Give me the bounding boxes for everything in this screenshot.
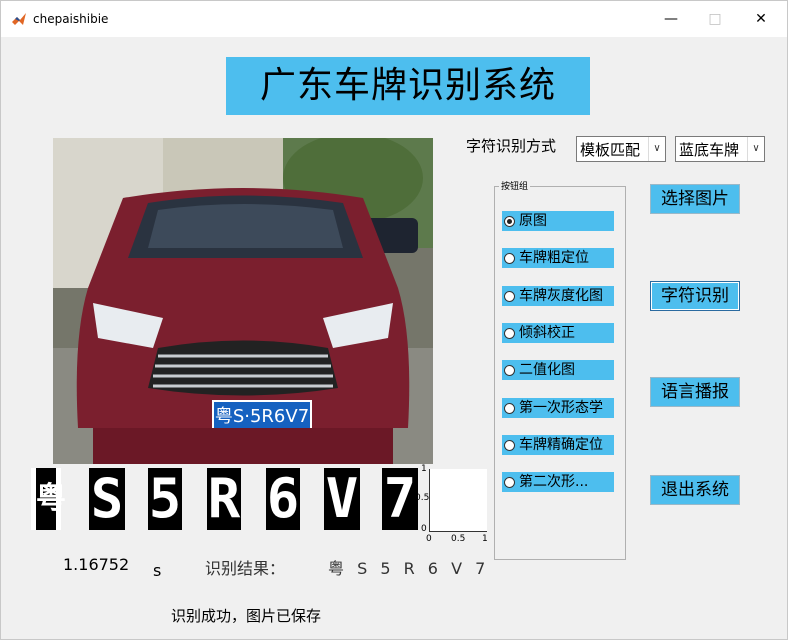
segmented-char-1: S: [89, 467, 125, 530]
radio-original[interactable]: 原图: [502, 211, 614, 231]
radio-unselected-icon: [504, 365, 515, 376]
radio-label: 原图: [519, 213, 547, 229]
minimize-icon[interactable]: —: [661, 9, 681, 29]
plate-type-value: 蓝底车牌: [679, 141, 740, 159]
radio-unselected-icon: [504, 253, 515, 264]
recognition-method-value: 模板匹配: [580, 141, 641, 159]
radio-coarse-location[interactable]: 车牌粗定位: [502, 248, 614, 268]
radio-unselected-icon: [504, 477, 515, 488]
x-tick-label: 0: [426, 534, 432, 544]
y-tick-label: 0: [421, 524, 427, 534]
radio-precise-location[interactable]: 车牌精确定位: [502, 435, 614, 455]
result-value: 粤 S 5 R 6 V 7: [328, 559, 490, 578]
segmented-char-6: 7: [382, 467, 418, 530]
recognize-chars-button[interactable]: 字符识别: [650, 281, 740, 311]
voice-broadcast-button[interactable]: 语言播报: [650, 377, 740, 407]
result-label: 识别结果：: [205, 559, 286, 578]
window-title: chepaishibie: [33, 12, 109, 26]
radio-unselected-icon: [504, 403, 515, 414]
radio-label: 二值化图: [519, 362, 575, 378]
system-title-banner: 广东车牌识别系统: [226, 57, 590, 115]
title-bar: chepaishibie — □ ✕: [1, 1, 787, 37]
empty-plot-axes: [429, 469, 487, 532]
radio-label: 第二次形...: [519, 474, 589, 490]
segmented-char-0: 粤: [31, 468, 66, 530]
radio-grayscale[interactable]: 车牌灰度化图: [502, 286, 614, 306]
elapsed-time-unit: s: [153, 561, 162, 580]
y-tick-label: 1: [421, 464, 427, 474]
radio-label: 车牌灰度化图: [519, 288, 603, 304]
radio-label: 车牌精确定位: [519, 437, 603, 453]
segmented-char-5: V: [324, 467, 360, 530]
radio-unselected-icon: [504, 291, 515, 302]
select-image-button[interactable]: 选择图片: [650, 184, 740, 214]
maximize-icon[interactable]: □: [705, 9, 725, 29]
chevron-down-icon: ∨: [747, 137, 764, 161]
segmented-char-3: R: [207, 467, 241, 530]
exit-system-button[interactable]: 退出系统: [650, 475, 740, 505]
radio-label: 倾斜校正: [519, 325, 575, 341]
x-tick-label: 1: [482, 534, 488, 544]
radio-label: 第一次形态学: [519, 400, 603, 416]
x-tick-label: 0.5: [451, 534, 466, 544]
y-tick-label: 0.5: [415, 493, 430, 503]
segmented-char-2: 5: [148, 467, 182, 530]
radio-binarization[interactable]: 二值化图: [502, 360, 614, 380]
radio-second-morphology[interactable]: 第二次形...: [502, 472, 614, 492]
segmented-char-4: 6: [266, 467, 300, 530]
radio-first-morphology[interactable]: 第一次形态学: [502, 398, 614, 418]
matlab-icon: [12, 13, 26, 25]
car-image-axes: 粤S·5R6V7: [53, 138, 433, 464]
car-photo: 粤S·5R6V7: [53, 138, 433, 464]
close-icon[interactable]: ✕: [751, 9, 771, 29]
status-message: 识别成功，图片已保存: [171, 607, 322, 625]
radio-group-title: 按钮组: [499, 179, 531, 192]
plate-text: 粤S·5R6V7: [215, 406, 309, 427]
app-window: chepaishibie — □ ✕ 广东车牌识别系统 粤S·5R6V7 字符识…: [0, 0, 788, 640]
recognition-method-select[interactable]: 模板匹配 ∨: [576, 136, 666, 162]
elapsed-time-value: 1.16752: [63, 555, 130, 574]
radio-selected-icon: [504, 216, 515, 227]
chevron-down-icon: ∨: [648, 137, 665, 161]
radio-unselected-icon: [504, 328, 515, 339]
radio-label: 车牌粗定位: [519, 250, 589, 266]
recognition-method-label: 字符识别方式: [466, 137, 557, 155]
plate-type-select[interactable]: 蓝底车牌 ∨: [675, 136, 765, 162]
radio-unselected-icon: [504, 440, 515, 451]
radio-tilt-correction[interactable]: 倾斜校正: [502, 323, 614, 343]
